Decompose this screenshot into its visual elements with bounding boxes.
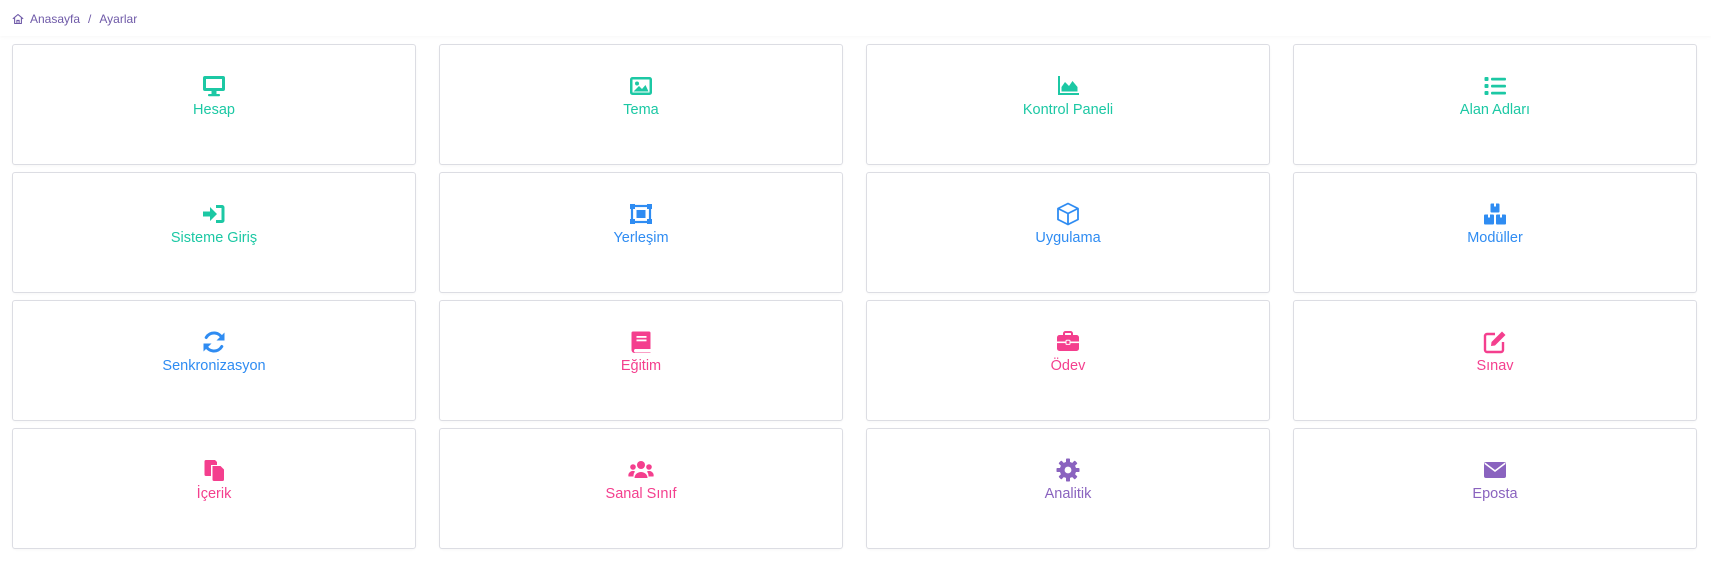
- settings-card-book[interactable]: Eğitim: [439, 300, 843, 421]
- edit-icon: [1482, 329, 1508, 355]
- settings-card-label: Alan Adları: [1459, 102, 1531, 118]
- settings-card-monitor[interactable]: Hesap: [12, 44, 416, 165]
- sign-in-icon: [201, 201, 227, 227]
- settings-card-cubes[interactable]: Modüller: [1293, 172, 1697, 293]
- settings-card-copy[interactable]: İçerik: [12, 428, 416, 549]
- settings-card-area-chart[interactable]: Kontrol Paneli: [866, 44, 1270, 165]
- settings-card-cube[interactable]: Uygulama: [866, 172, 1270, 293]
- settings-card-label: Sınav: [1476, 358, 1514, 374]
- settings-card-label: Eğitim: [620, 358, 662, 374]
- settings-card-gear[interactable]: Analitik: [866, 428, 1270, 549]
- breadcrumb: Anasayfa / Ayarlar: [12, 12, 137, 26]
- briefcase-icon: [1055, 329, 1081, 355]
- area-chart-icon: [1055, 73, 1081, 99]
- monitor-icon: [201, 73, 227, 99]
- cube-icon: [1055, 201, 1081, 227]
- home-icon[interactable]: [12, 13, 24, 25]
- book-icon: [628, 329, 654, 355]
- envelope-icon: [1482, 457, 1508, 483]
- settings-card-label: Eposta: [1472, 486, 1518, 502]
- gear-icon: [1055, 457, 1081, 483]
- settings-card-label: Sisteme Giriş: [170, 230, 258, 246]
- settings-grid: Hesap Tema Kontrol Paneli Alan Adları Si…: [12, 44, 1698, 549]
- settings-card-label: İçerik: [196, 486, 232, 502]
- image-icon: [628, 73, 654, 99]
- settings-card-label: Senkronizasyon: [162, 358, 266, 374]
- breadcrumb-current: Ayarlar: [99, 12, 138, 26]
- settings-card-label: Sanal Sınıf: [605, 486, 677, 502]
- settings-card-envelope[interactable]: Eposta: [1293, 428, 1697, 549]
- settings-card-image[interactable]: Tema: [439, 44, 843, 165]
- settings-card-list[interactable]: Alan Adları: [1293, 44, 1697, 165]
- settings-card-object-group[interactable]: Yerleşim: [439, 172, 843, 293]
- list-icon: [1482, 73, 1508, 99]
- settings-card-label: Uygulama: [1035, 230, 1101, 246]
- sync-icon: [201, 329, 227, 355]
- breadcrumb-home-link[interactable]: Anasayfa: [30, 12, 80, 26]
- settings-card-label: Analitik: [1044, 486, 1092, 502]
- breadcrumb-separator: /: [88, 12, 92, 26]
- cubes-icon: [1482, 201, 1508, 227]
- settings-card-label: Ödev: [1050, 358, 1086, 374]
- settings-card-label: Modüller: [1467, 230, 1523, 246]
- copy-icon: [201, 457, 227, 483]
- settings-card-edit[interactable]: Sınav: [1293, 300, 1697, 421]
- settings-card-label: Yerleşim: [613, 230, 669, 246]
- settings-card-users[interactable]: Sanal Sınıf: [439, 428, 843, 549]
- top-bar: Anasayfa / Ayarlar: [0, 0, 1711, 36]
- settings-card-briefcase[interactable]: Ödev: [866, 300, 1270, 421]
- settings-card-label: Hesap: [193, 102, 235, 118]
- settings-card-label: Tema: [623, 102, 659, 118]
- settings-card-sign-in[interactable]: Sisteme Giriş: [12, 172, 416, 293]
- settings-card-sync[interactable]: Senkronizasyon: [12, 300, 416, 421]
- object-group-icon: [628, 201, 654, 227]
- settings-card-label: Kontrol Paneli: [1022, 102, 1114, 118]
- users-icon: [628, 457, 654, 483]
